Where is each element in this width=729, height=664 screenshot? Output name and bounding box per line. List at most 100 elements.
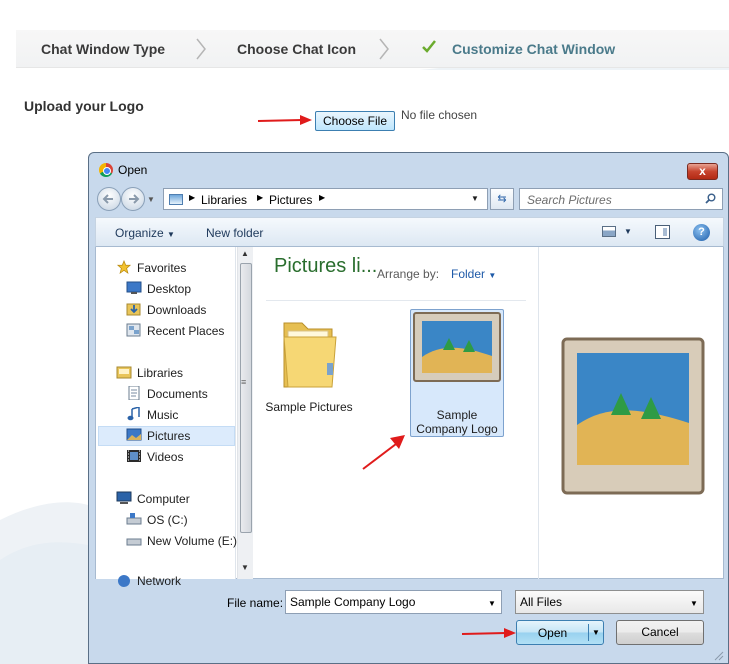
upload-logo-label: Upload your Logo	[24, 98, 144, 114]
recent-places-icon	[126, 323, 141, 337]
library-header: Pictures li...	[274, 255, 378, 277]
search-placeholder: Search Pictures	[527, 193, 612, 207]
nav-item-new-volume[interactable]: New Volume (E:)	[147, 534, 237, 548]
forward-button[interactable]	[121, 187, 145, 211]
step-customize-chat-window[interactable]: Customize Chat Window	[452, 41, 615, 57]
grip-icon: ≡	[241, 377, 247, 387]
search-input[interactable]: Search Pictures	[519, 188, 723, 210]
breadcrumb-arrow-icon[interactable]: ▶	[189, 193, 195, 202]
file-name-line2: Company Logo	[416, 422, 498, 436]
open-options-dropdown-icon[interactable]: ▼	[592, 628, 600, 637]
arrange-by-dropdown[interactable]: Folder ▼	[451, 267, 496, 281]
breadcrumb-pictures[interactable]: Pictures	[269, 193, 312, 207]
chevron-right-icon	[196, 38, 206, 60]
view-dropdown-icon[interactable]: ▼	[624, 227, 632, 236]
chrome-icon	[99, 163, 113, 177]
back-button[interactable]	[97, 187, 121, 211]
music-icon	[127, 407, 140, 421]
folder-icon	[283, 322, 337, 388]
file-name-input[interactable]: Sample Company Logo	[285, 590, 502, 614]
nav-item-videos[interactable]: Videos	[147, 450, 183, 464]
refresh-button[interactable]: ⇆	[490, 188, 514, 210]
split-divider	[588, 624, 589, 641]
address-bar[interactable]: ▶ Libraries ▶ Pictures ▶ ▼	[163, 188, 488, 210]
help-icon[interactable]: ?	[693, 224, 710, 241]
file-item-sample-pictures[interactable]: Sample Pictures	[262, 309, 356, 421]
nav-item-music[interactable]: Music	[147, 408, 178, 422]
network-icon	[118, 575, 130, 587]
address-dropdown-icon[interactable]: ▼	[471, 194, 479, 203]
refresh-icon: ⇆	[497, 193, 507, 205]
drive-c-icon	[126, 513, 142, 525]
open-button[interactable]: Open ▼	[516, 620, 604, 645]
wizard-steps: Chat Window Type Choose Chat Icon Custom…	[16, 30, 729, 68]
scroll-down-icon[interactable]: ▼	[241, 563, 249, 572]
command-toolbar: Organize ▼ New folder ▼ ?	[95, 217, 724, 247]
nav-item-network[interactable]: Network	[137, 574, 181, 588]
documents-icon	[128, 386, 140, 400]
computer-icon	[116, 491, 132, 504]
close-button[interactable]: x	[687, 163, 718, 180]
file-name-label: File name:	[227, 596, 284, 610]
nav-item-desktop[interactable]: Desktop	[147, 282, 191, 296]
nav-item-computer[interactable]: Computer	[137, 492, 190, 506]
nav-item-pictures[interactable]: Pictures	[147, 429, 190, 443]
videos-icon	[127, 450, 141, 462]
libraries-icon	[116, 366, 132, 379]
pictures-icon	[126, 428, 142, 441]
desktop-icon	[126, 281, 142, 294]
file-item-sample-company-logo[interactable]: Sample Company Logo	[410, 309, 504, 437]
dialog-title: Open	[118, 163, 148, 177]
search-icon	[705, 193, 716, 204]
breadcrumb-arrow-icon[interactable]: ▶	[319, 193, 325, 202]
file-name: Sample Pictures	[265, 400, 353, 414]
chevron-right-icon	[379, 38, 389, 60]
change-view-icon[interactable]	[602, 226, 616, 237]
recent-locations-dropdown-icon[interactable]: ▼	[147, 195, 155, 204]
nav-item-recent-places[interactable]: Recent Places	[147, 324, 224, 338]
open-file-dialog: Open x ▼ ▶ Libraries ▶ Pictures ▶ ▼ ⇆ Se…	[88, 152, 729, 664]
file-type-dropdown-icon[interactable]: ▼	[690, 599, 698, 608]
scrollbar-thumb[interactable]	[240, 263, 252, 533]
arrange-by-label: Arrange by:	[377, 267, 440, 281]
checkmark-icon	[422, 40, 436, 53]
file-type-select[interactable]: All Files	[515, 590, 704, 614]
nav-item-documents[interactable]: Documents	[147, 387, 208, 401]
image-file-icon	[413, 312, 501, 382]
nav-item-favorites[interactable]: Favorites	[137, 261, 186, 275]
star-icon	[116, 260, 132, 274]
navigation-pane: Favorites Desktop Downloads Recent Place…	[96, 247, 237, 588]
open-button-label: Open	[537, 626, 568, 640]
new-folder-button[interactable]: New folder	[206, 226, 263, 240]
breadcrumb-libraries[interactable]: Libraries	[201, 193, 247, 207]
chevron-down-icon: ▼	[167, 230, 175, 239]
resize-grip-icon[interactable]	[712, 649, 724, 661]
preview-pane-icon[interactable]	[655, 225, 670, 239]
chevron-down-icon: ▼	[488, 271, 497, 280]
file-name-dropdown-icon[interactable]: ▼	[488, 599, 496, 608]
annotation-arrow	[257, 115, 312, 125]
nav-item-downloads[interactable]: Downloads	[147, 303, 206, 317]
file-list-pane: Pictures li... Arrange by: Folder ▼ Samp…	[254, 247, 534, 579]
downloads-icon	[126, 303, 141, 316]
navigation-row: ▼ ▶ Libraries ▶ Pictures ▶ ▼ ⇆ Search Pi…	[95, 185, 724, 213]
preview-pane	[538, 247, 724, 579]
scroll-up-icon[interactable]: ▲	[241, 249, 249, 258]
image-preview	[561, 337, 705, 495]
nav-item-os-c[interactable]: OS (C:)	[147, 513, 188, 527]
dialog-body: Favorites Desktop Downloads Recent Place…	[95, 247, 724, 588]
step-chat-window-type[interactable]: Chat Window Type	[41, 41, 165, 57]
choose-file-button[interactable]: Choose File	[315, 111, 395, 131]
nav-scrollbar[interactable]: ▲ ≡ ▼	[237, 247, 253, 579]
arrow-right-icon	[129, 194, 140, 204]
dialog-title-bar[interactable]: Open x	[89, 153, 728, 183]
step-choose-chat-icon[interactable]: Choose Chat Icon	[237, 41, 356, 57]
drive-e-icon	[126, 538, 142, 546]
divider	[266, 300, 526, 301]
organize-menu[interactable]: Organize ▼	[115, 226, 175, 240]
breadcrumb-arrow-icon[interactable]: ▶	[257, 193, 263, 202]
nav-item-libraries[interactable]: Libraries	[137, 366, 183, 380]
arrow-left-icon	[102, 194, 113, 204]
file-status-text: No file chosen	[401, 108, 478, 122]
cancel-button[interactable]: Cancel	[616, 620, 704, 645]
